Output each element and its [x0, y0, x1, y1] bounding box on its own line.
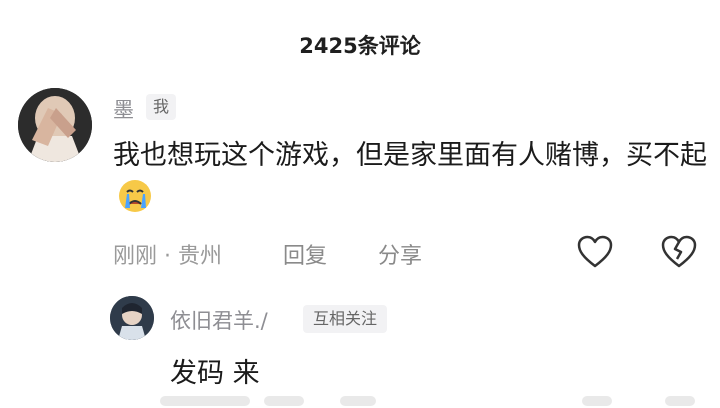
self-badge: 我 [146, 94, 177, 120]
heart-outline-icon[interactable] [576, 234, 614, 270]
mutual-follow-badge: 互相关注 [303, 305, 388, 333]
comment-username[interactable]: 墨 [113, 94, 134, 124]
reply-button[interactable]: 回复 [283, 238, 327, 270]
comment-time-location: 刚刚 · 贵州 [113, 244, 222, 269]
reply-username[interactable]: 依旧君羊./ [170, 305, 268, 335]
cutoff-meta-row [160, 396, 720, 408]
comment-text: 我也想玩这个游戏，但是家里面有人赌博，买不起 [113, 133, 713, 228]
reply-avatar[interactable] [110, 296, 154, 340]
reply-text: 发码 来 [170, 358, 260, 389]
avatar[interactable] [18, 88, 92, 162]
comment-text-content: 我也想玩这个游戏，但是家里面有人赌博，买不起 [113, 140, 707, 171]
comment-count-title: 2425条评论 [299, 34, 421, 58]
share-button[interactable]: 分享 [378, 238, 422, 270]
broken-heart-icon[interactable] [660, 234, 698, 270]
crying-face-emoji-icon [117, 178, 153, 228]
